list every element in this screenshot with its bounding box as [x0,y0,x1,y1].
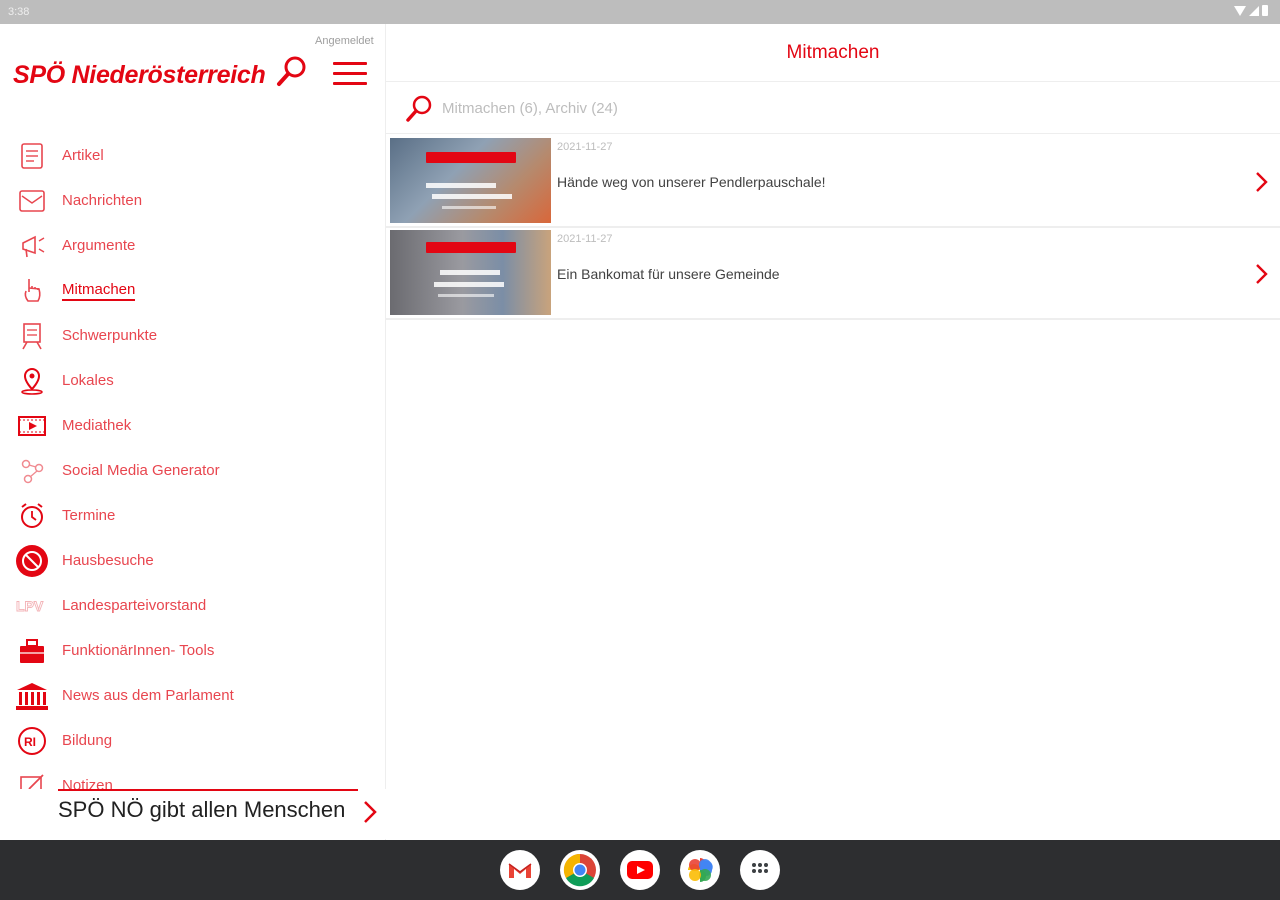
app-dock [0,840,1280,900]
toolbox-icon [15,634,49,668]
film-icon [15,409,49,443]
list-item[interactable]: 2021-11-27 Hände weg von unserer Pendler… [386,136,1280,228]
education-badge-icon: RI [15,724,49,758]
sidebar-item-label: Lokales [62,372,114,389]
slogan-text: SPÖ NÖ gibt allen Menschen [58,797,346,822]
megaphone-icon [15,229,49,263]
alarm-clock-icon [15,499,49,533]
list-item[interactable]: 2021-11-27 Ein Bankomat für unsere Gemei… [386,228,1280,320]
sidebar-item-social-media-generator[interactable]: Social Media Generator [0,448,386,493]
search-bar [386,83,1280,134]
sidebar-item-hausbesuche[interactable]: Hausbesuche [0,538,386,583]
youtube-icon[interactable] [620,850,660,890]
parliament-icon [15,679,49,713]
sidebar-item-label: Schwerpunkte [62,327,158,344]
slogan-divider [58,789,358,791]
sidebar-item-mediathek[interactable]: Mediathek [0,403,386,448]
sidebar-item-notizen[interactable]: Notizen [0,763,386,791]
svg-text:LPV: LPV [16,598,44,614]
search-input[interactable] [442,96,1142,120]
sidebar-item-label: FunktionärInnen- Tools [62,642,215,659]
lpv-logo-icon: LPV [15,589,49,623]
brand-logo: SPÖ Niederösterreich [13,61,266,89]
chevron-right-icon[interactable] [360,799,380,825]
envelope-icon [15,184,49,218]
item-date: 2021-11-27 [557,141,613,153]
search-icon[interactable] [274,54,310,90]
sidebar-item-label: Landesparteivorstand [62,597,207,614]
sidebar-item-landesparteivorstand[interactable]: LPV Landesparteivorstand [0,583,386,628]
gmail-icon[interactable] [500,850,540,890]
chrome-icon[interactable] [560,850,600,890]
sidebar-item-funktionaerinnen-tools[interactable]: FunktionärInnen- Tools [0,628,386,673]
sidebar-item-label: News aus dem Parlament [62,687,234,704]
photos-icon[interactable] [680,850,720,890]
status-bar: 3:38 [0,0,1280,24]
sidebar-item-label: Termine [62,507,116,524]
chevron-right-icon [1254,262,1270,286]
system-indicators [1234,5,1268,16]
sidebar-slogan-bar: SPÖ NÖ gibt allen Menschen [0,789,386,839]
sidebar-item-bildung[interactable]: RI Bildung [0,718,386,763]
sidebar-item-schwerpunkte[interactable]: Schwerpunkte [0,313,386,358]
sidebar: Angemeldet SPÖ Niederösterreich Artikel … [0,24,386,840]
sidebar-nav: Artikel Nachrichten Argumente Mitmachen … [0,133,386,791]
map-pin-icon [15,364,49,398]
sidebar-item-lokales[interactable]: Lokales [0,358,386,403]
page-header: Mitmachen [386,24,1280,82]
wifi-icon [1234,5,1246,16]
hand-pointer-icon [15,274,49,308]
article-icon [15,139,49,173]
sidebar-item-news-aus-dem-parlament[interactable]: News aus dem Parlament [0,673,386,718]
menu-icon[interactable] [333,62,367,86]
app-drawer-icon[interactable] [740,850,780,890]
chevron-right-icon [1254,170,1270,194]
page-title: Mitmachen [786,42,880,63]
sidebar-item-label: Artikel [62,147,104,164]
doorbell-icon [15,544,49,578]
status-time: 3:38 [8,6,30,18]
item-title: Hände weg von unserer Pendlerpauschale! [557,174,826,190]
thumbnail-image [390,138,551,223]
sidebar-item-termine[interactable]: Termine [0,493,386,538]
sidebar-item-label: Nachrichten [62,192,143,209]
svg-text:RI: RI [24,735,36,749]
content-list: 2021-11-27 Hände weg von unserer Pendler… [386,136,1280,320]
share-network-icon [15,454,49,488]
item-date: 2021-11-27 [557,233,613,245]
main-content: Mitmachen 2021-11-27 Hände weg von unser… [386,24,1280,840]
sidebar-item-argumente[interactable]: Argumente [0,223,386,268]
sidebar-item-label: Mitmachen [62,281,136,301]
sidebar-item-label: Bildung [62,732,113,749]
sidebar-item-artikel[interactable]: Artikel [0,133,386,178]
signal-icon [1249,5,1259,16]
sidebar-item-mitmachen[interactable]: Mitmachen [0,268,386,313]
thumbnail-image [390,230,551,315]
sidebar-item-label: Social Media Generator [62,462,220,479]
search-icon[interactable] [403,93,435,125]
item-title: Ein Bankomat für unsere Gemeinde [557,266,780,282]
note-edit-icon [15,769,49,791]
sidebar-item-label: Mediathek [62,417,132,434]
sidebar-item-label: Hausbesuche [62,552,154,569]
sidebar-item-label: Argumente [62,237,136,254]
battery-icon [1262,5,1268,16]
signed-in-label: Angemeldet [315,35,374,47]
easel-icon [15,319,49,353]
sidebar-item-nachrichten[interactable]: Nachrichten [0,178,386,223]
